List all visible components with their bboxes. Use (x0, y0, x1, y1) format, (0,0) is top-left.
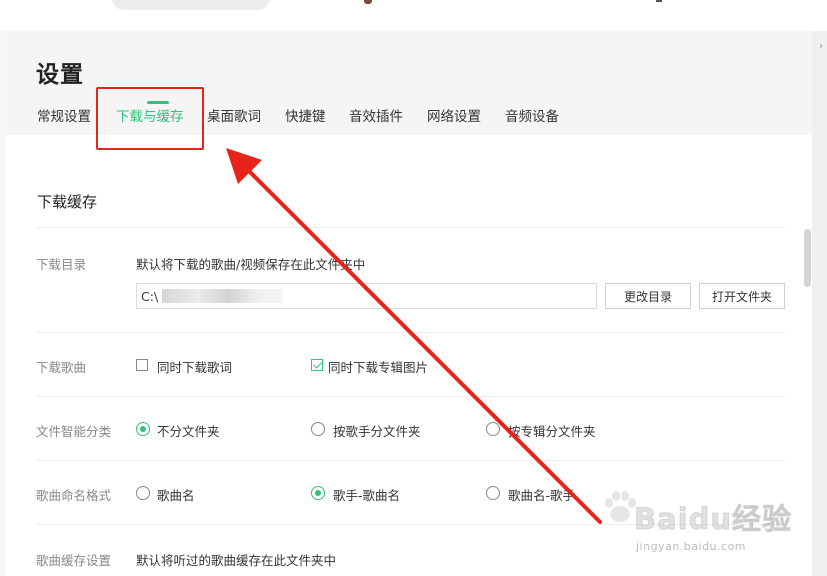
naming-format-label: 歌曲命名格式 (36, 488, 112, 503)
section-title: 下载缓存 (37, 193, 98, 211)
tab-network[interactable]: 网络设置 (427, 105, 481, 125)
avatar[interactable] (364, 0, 372, 4)
album-art-checkbox[interactable] (311, 359, 323, 371)
no-folder-radio-label[interactable]: 不分文件夹 (157, 421, 220, 440)
tab-audio-plugins[interactable]: 音效插件 (349, 105, 403, 125)
tab-desktop-lyrics[interactable]: 桌面歌词 (207, 105, 261, 125)
download-dir-label: 下载目录 (36, 257, 87, 272)
song-name-radio[interactable] (136, 486, 150, 500)
search-box[interactable] (112, 0, 270, 10)
album-art-checkbox-label[interactable]: 同时下载专辑图片 (328, 357, 428, 376)
tab-shortcuts[interactable]: 快捷键 (285, 105, 326, 125)
artist-song-radio[interactable] (311, 486, 325, 500)
by-artist-radio[interactable] (311, 422, 325, 436)
song-artist-radio[interactable] (486, 486, 500, 500)
annotation-highlight-box (96, 87, 204, 150)
chevron-right-icon[interactable]: › (819, 39, 823, 52)
lyrics-checkbox[interactable] (136, 359, 148, 371)
path-redacted-blur (162, 289, 282, 303)
page-title: 设置 (36, 62, 84, 88)
download-dir-description: 默认将下载的歌曲/视频保存在此文件夹中 (136, 257, 366, 272)
right-gutter (812, 31, 827, 576)
song-name-radio-label[interactable]: 歌曲名 (157, 485, 195, 504)
cache-settings-label: 歌曲缓存设置 (36, 553, 112, 568)
artist-song-radio-label[interactable]: 歌手-歌曲名 (333, 485, 400, 504)
download-songs-label: 下载歌曲 (36, 360, 87, 375)
song-artist-radio-label[interactable]: 歌曲名-歌手 (508, 485, 575, 504)
watermark-url: jingyan.baidu.com (636, 540, 747, 553)
watermark-brand: Baidu经验 (633, 502, 793, 537)
tab-audio-devices[interactable]: 音频设备 (505, 105, 559, 125)
scrollbar-track[interactable] (803, 135, 812, 576)
change-dir-button[interactable]: 更改目录 (605, 283, 691, 309)
smart-classify-label: 文件智能分类 (36, 424, 112, 439)
by-album-radio-label[interactable]: 按专辑分文件夹 (508, 421, 596, 440)
tab-general[interactable]: 常规设置 (37, 105, 91, 125)
no-folder-radio[interactable] (136, 422, 150, 436)
lyrics-checkbox-label[interactable]: 同时下载歌词 (157, 357, 232, 376)
divider (36, 332, 786, 333)
scrollbar-thumb[interactable] (804, 229, 811, 287)
divider (36, 227, 786, 228)
divider (36, 460, 786, 461)
cache-settings-description: 默认将听过的歌曲缓存在此文件夹中 (136, 553, 337, 568)
open-folder-button[interactable]: 打开文件夹 (699, 283, 785, 309)
by-artist-radio-label[interactable]: 按歌手分文件夹 (333, 421, 421, 440)
by-album-radio[interactable] (486, 422, 500, 436)
top-bar (0, 0, 827, 31)
divider (36, 396, 786, 397)
minimize-icon[interactable] (656, 0, 662, 2)
